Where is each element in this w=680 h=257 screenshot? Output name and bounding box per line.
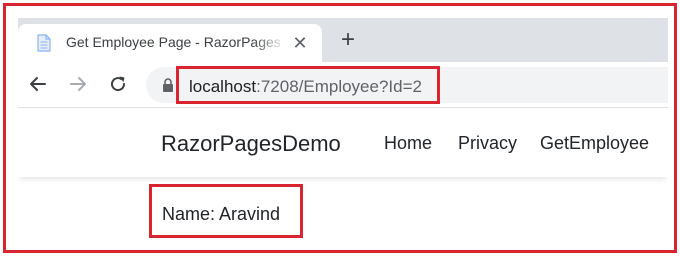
site-navbar: RazorPagesDemo Home Privacy GetEmployee (18, 109, 668, 177)
forward-arrow-icon[interactable] (68, 74, 88, 94)
employee-name: Name: Aravind (162, 204, 281, 224)
url-path: :7208/Employee?Id=2 (256, 77, 422, 96)
nav-link-get-employee[interactable]: GetEmployee (540, 133, 649, 154)
lock-icon[interactable] (162, 78, 174, 92)
browser-toolbar: localhost:7208/Employee?Id=2 (18, 62, 668, 108)
back-arrow-icon[interactable] (28, 74, 48, 94)
tab-title: Get Employee Page - RazorPages (66, 34, 281, 50)
address-bar[interactable]: localhost:7208/Employee?Id=2 (146, 66, 668, 104)
url-text[interactable]: localhost:7208/Employee?Id=2 (189, 77, 422, 97)
url-host: localhost (189, 77, 257, 96)
browser-window: Get Employee Page - RazorPages ✕ + local… (18, 18, 668, 242)
employee-name-highlight: Name: Aravind (149, 184, 303, 238)
tab-close-icon[interactable]: ✕ (290, 33, 310, 53)
new-tab-button[interactable]: + (336, 28, 360, 52)
tab-get-employee[interactable]: Get Employee Page - RazorPages ✕ (18, 24, 322, 62)
document-icon (37, 34, 51, 52)
url-highlight-box: localhost:7208/Employee?Id=2 (176, 66, 440, 104)
tab-strip: Get Employee Page - RazorPages ✕ + (18, 18, 668, 62)
nav-link-privacy[interactable]: Privacy (458, 133, 517, 154)
reload-icon[interactable] (108, 74, 128, 94)
navbar-brand-link[interactable]: RazorPagesDemo (161, 131, 341, 157)
nav-link-home[interactable]: Home (384, 133, 432, 154)
